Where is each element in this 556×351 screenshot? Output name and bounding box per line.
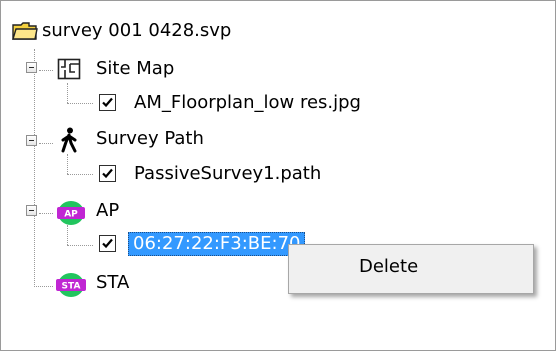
tree-guide-main bbox=[34, 49, 35, 287]
tree-guide-surveypath bbox=[39, 143, 53, 144]
tree-node-sta[interactable]: STA bbox=[96, 272, 129, 294]
tree-item-floorplan[interactable]: AM_Floorplan_low res.jpg bbox=[134, 92, 361, 114]
context-menu-delete[interactable]: Delete bbox=[289, 245, 533, 293]
folder-icon bbox=[12, 21, 38, 46]
sta-badge-icon: STA bbox=[53, 272, 89, 303]
survey-path-checkbox[interactable] bbox=[99, 165, 116, 182]
walking-person-icon bbox=[59, 127, 79, 158]
context-menu: Delete bbox=[288, 244, 534, 294]
project-tree-panel: survey 001 0428.svp Site Map AM_Floorpla… bbox=[0, 0, 556, 351]
context-menu-delete-label: Delete bbox=[359, 256, 419, 277]
tree-guide-ap bbox=[39, 213, 53, 214]
tree-guide-surveypath-child-h bbox=[67, 174, 93, 175]
tree-node-site-map[interactable]: Site Map bbox=[96, 58, 174, 80]
survey-path-collapse-toggle[interactable] bbox=[26, 135, 37, 146]
site-map-collapse-toggle[interactable] bbox=[26, 62, 37, 73]
sta-badge-text: STA bbox=[62, 282, 81, 292]
tree-node-ap[interactable]: AP bbox=[96, 200, 119, 222]
site-map-icon bbox=[57, 58, 81, 85]
tree-guide-sta bbox=[34, 286, 53, 287]
tree-guide-sitemap-child bbox=[67, 83, 68, 103]
floorplan-checkbox[interactable] bbox=[99, 94, 116, 111]
tree-item-survey-path-file[interactable]: PassiveSurvey1.path bbox=[134, 163, 321, 185]
ap-badge-icon: AP bbox=[53, 200, 89, 231]
tree-item-ap-mac[interactable]: 06:27:22:F3:BE:70 bbox=[128, 232, 306, 256]
tree-guide-sitemap bbox=[39, 70, 53, 71]
tree-node-survey-path[interactable]: Survey Path bbox=[96, 128, 204, 150]
tree-guide-sitemap-child-h bbox=[67, 103, 93, 104]
tree-guide-ap-child-h bbox=[67, 245, 93, 246]
ap-badge-text: AP bbox=[64, 210, 78, 220]
ap-entry-checkbox[interactable] bbox=[99, 235, 116, 252]
tree-root-label[interactable]: survey 001 0428.svp bbox=[42, 20, 231, 42]
ap-collapse-toggle[interactable] bbox=[26, 205, 37, 216]
